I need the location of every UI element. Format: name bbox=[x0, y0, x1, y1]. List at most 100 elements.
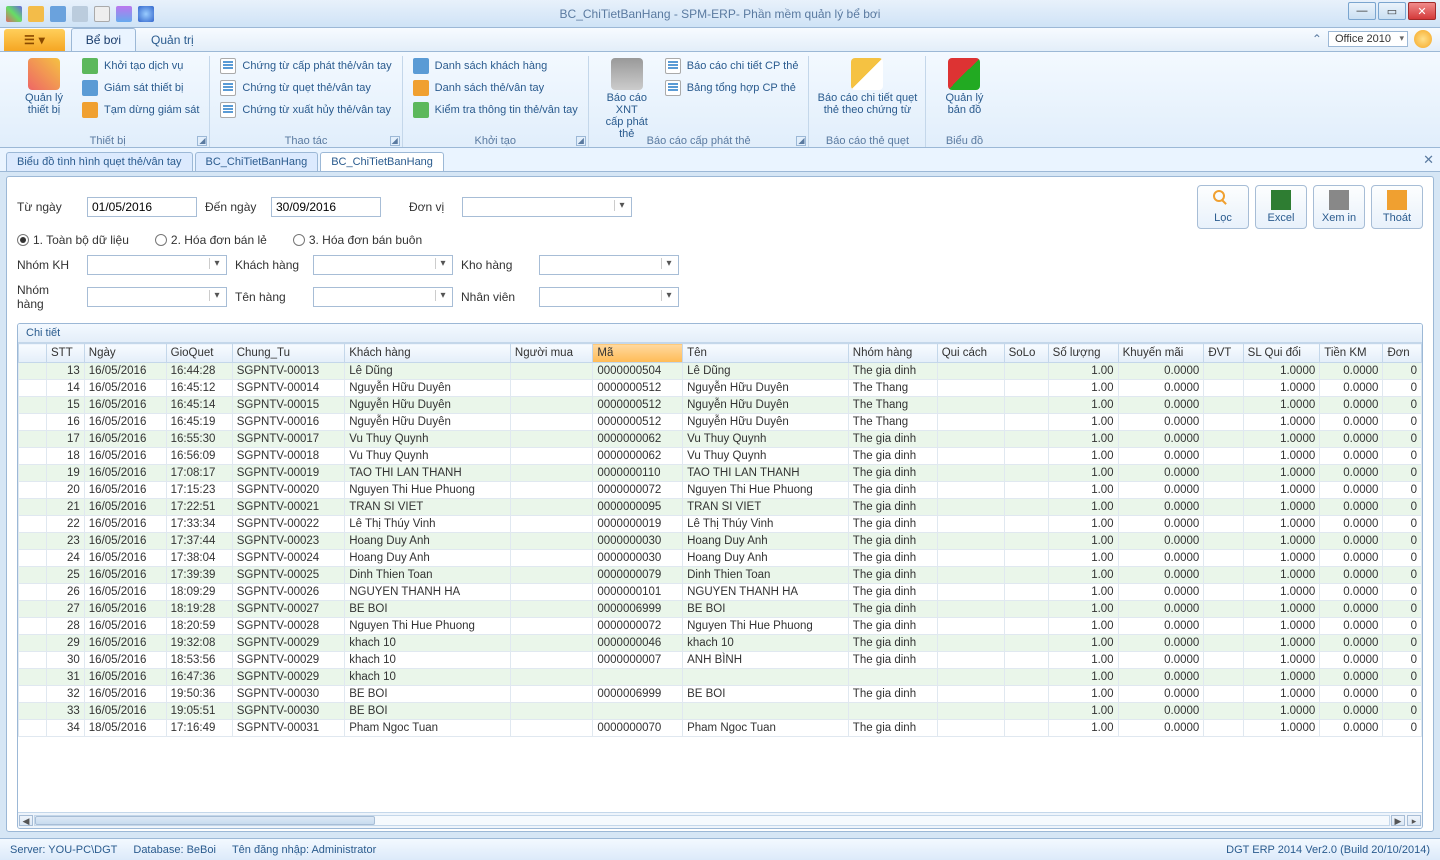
column-header[interactable]: Người mua bbox=[510, 344, 592, 363]
voucher-swipe-button[interactable]: Chứng từ quẹt thẻ/vân tay bbox=[218, 78, 393, 98]
check-card-button[interactable]: Kiểm tra thông tin thẻ/vân tay bbox=[411, 100, 580, 120]
warehouse-dropdown[interactable] bbox=[539, 255, 679, 275]
xnt-report-button[interactable]: Báo cáo XNT cấp phát thẻ bbox=[597, 56, 657, 133]
ribbon-tab-quantri[interactable]: Quản trị bbox=[136, 28, 209, 51]
column-header[interactable]: Mã bbox=[593, 344, 683, 363]
dialog-launcher-icon[interactable]: ◢ bbox=[796, 136, 806, 146]
tab-bc-chitiet-1[interactable]: BC_ChiTietBanHang bbox=[195, 152, 319, 171]
table-row[interactable]: 1416/05/201616:45:12SGPNTV-00014Nguyễn H… bbox=[19, 380, 1422, 397]
table-row[interactable]: 3116/05/201616:47:36SGPNTV-00029khach 10… bbox=[19, 669, 1422, 686]
column-header[interactable]: Khách hàng bbox=[345, 344, 511, 363]
close-button[interactable]: ✕ bbox=[1408, 2, 1436, 20]
scroll-thumb[interactable] bbox=[35, 816, 375, 825]
column-header[interactable] bbox=[19, 344, 47, 363]
column-header[interactable]: Nhóm hàng bbox=[848, 344, 937, 363]
column-header[interactable]: STT bbox=[47, 344, 85, 363]
customer-dropdown[interactable] bbox=[313, 255, 453, 275]
font-icon[interactable] bbox=[94, 6, 110, 22]
table-row[interactable]: 2016/05/201617:15:23SGPNTV-00020Nguyen T… bbox=[19, 482, 1422, 499]
summary-cp-report-button[interactable]: Bảng tổng hợp CP thẻ bbox=[663, 78, 801, 98]
ribbon-tab-beboi[interactable]: Bể bơi bbox=[71, 28, 136, 51]
maximize-button[interactable]: ▭ bbox=[1378, 2, 1406, 20]
scroll-left-icon[interactable]: ◀ bbox=[19, 815, 33, 826]
map-manage-button[interactable]: Quản lý bản đồ bbox=[934, 56, 994, 116]
customer-list-button[interactable]: Danh sách khách hàng bbox=[411, 56, 580, 76]
open-icon[interactable] bbox=[28, 6, 44, 22]
column-header[interactable]: GioQuet bbox=[166, 344, 232, 363]
pause-monitor-button[interactable]: Tạm dừng giám sát bbox=[80, 100, 201, 120]
horizontal-scrollbar[interactable]: ◀ ▶ ▸ bbox=[18, 812, 1422, 828]
dialog-launcher-icon[interactable]: ◢ bbox=[576, 136, 586, 146]
table-row[interactable]: 2516/05/201617:39:39SGPNTV-00025Dinh Thi… bbox=[19, 567, 1422, 584]
exit-button[interactable]: Thoát bbox=[1371, 185, 1423, 229]
excel-button[interactable]: Excel bbox=[1255, 185, 1307, 229]
column-header[interactable]: SoLo bbox=[1004, 344, 1048, 363]
customer-group-dropdown[interactable] bbox=[87, 255, 227, 275]
minimize-button[interactable]: — bbox=[1348, 2, 1376, 20]
product-dropdown[interactable] bbox=[313, 287, 453, 307]
column-header[interactable]: Khuyến mãi bbox=[1118, 344, 1204, 363]
table-row[interactable]: 3216/05/201619:50:36SGPNTV-00030BE BOI00… bbox=[19, 686, 1422, 703]
table-row[interactable]: 3418/05/201617:16:49SGPNTV-00031Pham Ngo… bbox=[19, 720, 1422, 737]
table-row[interactable]: 1316/05/201616:44:28SGPNTV-00013Lê Dũng0… bbox=[19, 363, 1422, 380]
voucher-cancel-button[interactable]: Chứng từ xuất hủy thẻ/vân tay bbox=[218, 100, 393, 120]
monitor-device-button[interactable]: Giám sát thiết bị bbox=[80, 78, 201, 98]
dialog-launcher-icon[interactable]: ◢ bbox=[390, 136, 400, 146]
unit-dropdown[interactable] bbox=[462, 197, 632, 217]
save-icon[interactable] bbox=[50, 6, 66, 22]
detail-cp-report-button[interactable]: Báo cáo chi tiết CP thẻ bbox=[663, 56, 801, 76]
column-header[interactable]: ĐVT bbox=[1204, 344, 1243, 363]
radio-all-data[interactable]: 1. Toàn bộ dữ liệu bbox=[17, 233, 129, 247]
theme-dropdown[interactable]: Office 2010 bbox=[1328, 31, 1408, 47]
column-header[interactable]: Đơn bbox=[1383, 344, 1422, 363]
column-header[interactable]: Số lượng bbox=[1048, 344, 1118, 363]
staff-dropdown[interactable] bbox=[539, 287, 679, 307]
table-row[interactable]: 2316/05/201617:37:44SGPNTV-00023Hoang Du… bbox=[19, 533, 1422, 550]
table-row[interactable]: 2816/05/201618:20:59SGPNTV-00028Nguyen T… bbox=[19, 618, 1422, 635]
table-row[interactable]: 2716/05/201618:19:28SGPNTV-00027BE BOI00… bbox=[19, 601, 1422, 618]
column-header[interactable]: Tiền KM bbox=[1320, 344, 1383, 363]
product-group-dropdown[interactable] bbox=[87, 287, 227, 307]
help-icon[interactable] bbox=[1414, 30, 1432, 48]
scroll-right-icon[interactable]: ▶ bbox=[1391, 815, 1405, 826]
preview-button[interactable]: Xem in bbox=[1313, 185, 1365, 229]
tab-bc-chitiet-2[interactable]: BC_ChiTietBanHang bbox=[320, 152, 444, 171]
column-header[interactable]: Qui cách bbox=[937, 344, 1004, 363]
table-row[interactable]: 2216/05/201617:33:34SGPNTV-00022Lê Thị T… bbox=[19, 516, 1422, 533]
swipe-report-button[interactable]: Báo cáo chi tiết quẹt thẻ theo chứng từ bbox=[817, 56, 917, 116]
radio-wholesale[interactable]: 3. Hóa đơn bán buôn bbox=[293, 233, 422, 247]
table-row[interactable]: 1516/05/201616:45:14SGPNTV-00015Nguyễn H… bbox=[19, 397, 1422, 414]
table-row[interactable]: 1816/05/201616:56:09SGPNTV-00018Vu Thuy … bbox=[19, 448, 1422, 465]
scroll-end-icon[interactable]: ▸ bbox=[1407, 815, 1421, 826]
tab-chart-swipe[interactable]: Biểu đồ tình hình quẹt thẻ/vân tay bbox=[6, 152, 193, 171]
from-date-input[interactable] bbox=[87, 197, 197, 217]
table-row[interactable]: 1616/05/201616:45:19SGPNTV-00016Nguyễn H… bbox=[19, 414, 1422, 431]
voucher-issue-button[interactable]: Chứng từ cấp phát thẻ/vân tay bbox=[218, 56, 393, 76]
column-header[interactable]: SL Qui đổi bbox=[1243, 344, 1320, 363]
close-tab-icon[interactable]: ✕ bbox=[1423, 152, 1434, 168]
dialog-launcher-icon[interactable]: ◢ bbox=[197, 136, 207, 146]
manage-device-button[interactable]: Quản lý thiết bị bbox=[14, 56, 74, 133]
table-row[interactable]: 1716/05/201616:55:30SGPNTV-00017Vu Thuy … bbox=[19, 431, 1422, 448]
radio-retail[interactable]: 2. Hóa đơn bán lẻ bbox=[155, 233, 267, 247]
filter-button[interactable]: Lọc bbox=[1197, 185, 1249, 229]
column-header[interactable]: Chung_Tu bbox=[232, 344, 344, 363]
grid-body[interactable]: STTNgàyGioQuetChung_TuKhách hàngNgười mu… bbox=[18, 343, 1422, 812]
language-icon[interactable] bbox=[138, 6, 154, 22]
file-menu-button[interactable]: ☰▾ bbox=[4, 29, 65, 51]
init-service-button[interactable]: Khởi tạo dịch vụ bbox=[80, 56, 201, 76]
table-row[interactable]: 2416/05/201617:38:04SGPNTV-00024Hoang Du… bbox=[19, 550, 1422, 567]
undo-icon[interactable] bbox=[72, 6, 88, 22]
table-row[interactable]: 2116/05/201617:22:51SGPNTV-00021TRAN SI … bbox=[19, 499, 1422, 516]
style-icon[interactable] bbox=[116, 6, 132, 22]
table-row[interactable]: 1916/05/201617:08:17SGPNTV-00019TAO THI … bbox=[19, 465, 1422, 482]
column-header[interactable]: Ngày bbox=[84, 344, 166, 363]
table-row[interactable]: 3316/05/201619:05:51SGPNTV-00030BE BOI1.… bbox=[19, 703, 1422, 720]
table-row[interactable]: 3016/05/201618:53:56SGPNTV-00029khach 10… bbox=[19, 652, 1422, 669]
table-row[interactable]: 2616/05/201618:09:29SGPNTV-00026NGUYEN T… bbox=[19, 584, 1422, 601]
ribbon-collapse-icon[interactable]: ⌃ bbox=[1312, 32, 1322, 46]
card-list-button[interactable]: Danh sách thẻ/vân tay bbox=[411, 78, 580, 98]
column-header[interactable]: Tên bbox=[683, 344, 849, 363]
to-date-input[interactable] bbox=[271, 197, 381, 217]
table-row[interactable]: 2916/05/201619:32:08SGPNTV-00029khach 10… bbox=[19, 635, 1422, 652]
